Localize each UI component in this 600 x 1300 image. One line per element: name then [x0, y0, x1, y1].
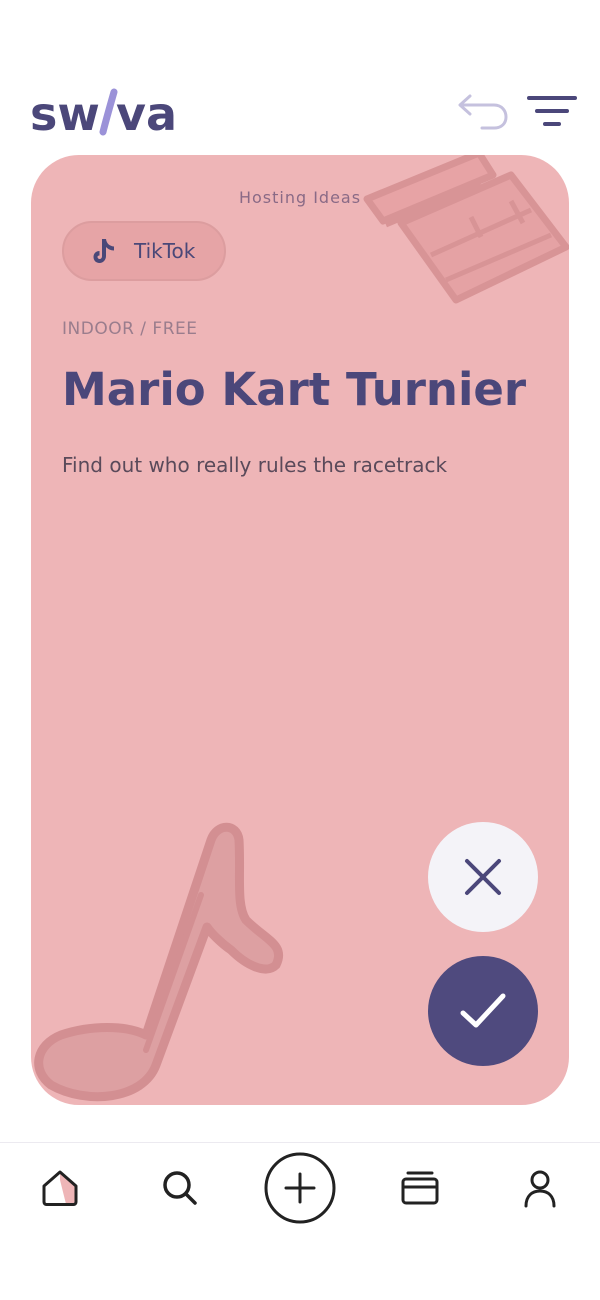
profile-icon [524, 1170, 556, 1208]
nav-home[interactable] [20, 1143, 100, 1233]
source-pill-tiktok[interactable]: TikTok [62, 221, 226, 281]
nav-profile[interactable] [500, 1143, 580, 1233]
reject-button[interactable] [428, 822, 538, 932]
svg-text:sw: sw [30, 87, 100, 138]
card-category: Hosting Ideas [238, 188, 362, 207]
undo-icon [458, 94, 508, 130]
add-circle-icon [264, 1152, 336, 1224]
filter-icon [527, 96, 577, 126]
card-title: Mario Kart Turnier [62, 363, 527, 416]
svg-text:va: va [116, 87, 177, 138]
app-logo: sw va [30, 86, 180, 141]
archive-icon [401, 1171, 439, 1205]
close-icon [465, 859, 501, 895]
home-icon [42, 1170, 78, 1206]
undo-button[interactable] [456, 88, 510, 132]
nav-archive[interactable] [380, 1143, 460, 1233]
search-icon [163, 1171, 197, 1205]
card-meta: INDOOR / FREE [62, 319, 198, 339]
nav-add[interactable] [260, 1143, 340, 1233]
music-note-icon [34, 822, 284, 1102]
bottom-nav [0, 1142, 600, 1300]
accept-button[interactable] [428, 956, 538, 1066]
nav-search[interactable] [140, 1143, 220, 1233]
source-pill-label: TikTok [134, 239, 196, 263]
check-icon [460, 993, 506, 1028]
card-description: Find out who really rules the racetrack [62, 453, 448, 477]
filter-button[interactable] [526, 88, 580, 132]
swiva-logo-wordmark: sw va [30, 87, 177, 141]
tiktok-icon [93, 239, 114, 263]
clapperboard-icon [363, 155, 569, 304]
